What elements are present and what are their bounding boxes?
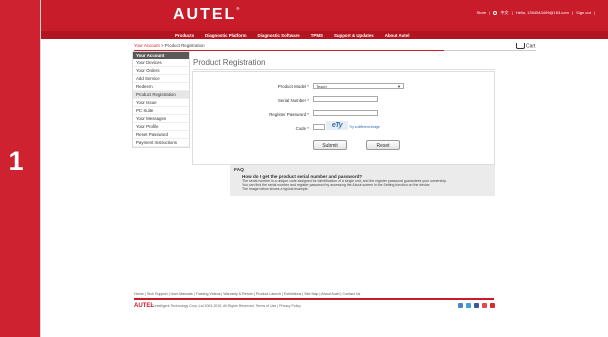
sign-out-link[interactable]: Sign out (576, 10, 591, 15)
faq-answer: The serial number is a unique code assig… (234, 179, 491, 192)
divider (444, 50, 536, 51)
footer-copyright: © Intelligent Technology Corp.,Ltd 2004-… (151, 304, 301, 308)
sidebar-item-pc-suite[interactable]: PC Suite (133, 107, 189, 115)
sidebar-item-redeem[interactable]: Redeem (133, 83, 189, 91)
menu-support-updates[interactable]: Support & Updates (334, 33, 374, 38)
paragraph: The image below shows a typical example. (242, 187, 309, 192)
site-header: AUTEL® Store | 中文 | Hello, 1354543499@16… (41, 0, 608, 31)
code-label: Code * (295, 126, 309, 131)
sidebar-item-payment-instructions[interactable]: Payment Instructions (133, 139, 189, 147)
sidebar-item-your-devices[interactable]: Your Devices (133, 59, 189, 67)
menu-tpms[interactable]: TPMS (311, 33, 323, 38)
captcha-image: eTy (326, 121, 348, 130)
faq-title: FAQ (234, 168, 244, 173)
twitter-icon[interactable] (466, 303, 471, 308)
globe-icon[interactable] (493, 10, 498, 15)
autel-logo[interactable]: AUTEL® (173, 6, 239, 24)
sidebar-header[interactable]: Your Account (133, 52, 189, 59)
language-link[interactable]: 中文 (501, 10, 509, 15)
cart-link[interactable]: Cart (516, 43, 535, 49)
sidebar-item-your-messages[interactable]: Your Messages (133, 115, 189, 123)
product-model-value: Teach (316, 84, 327, 89)
menu-about-autel[interactable]: About Autel (385, 33, 410, 38)
sidebar-item-your-orders[interactable]: Your Orders (133, 67, 189, 75)
top-links: Store | 中文 | Hello, 1354543499@163.com |… (476, 10, 595, 15)
menu-products[interactable]: Products (175, 33, 194, 38)
breadcrumb-current: Product Registration (164, 43, 205, 48)
sidebar-item-add-service[interactable]: Add Service (133, 75, 189, 83)
code-input[interactable] (313, 124, 325, 130)
step-strip: 1 (0, 0, 40, 337)
divider (193, 69, 495, 70)
register-password-label: Register Password * (269, 112, 309, 117)
step-number: 1 (8, 146, 24, 176)
serial-number-label: Serial Number * (278, 98, 309, 103)
account-sidebar: Your Account Your Devices Your Orders Ad… (132, 51, 190, 148)
youtube-icon[interactable] (490, 303, 495, 308)
cart-icon (516, 43, 525, 49)
sidebar-item-your-profile[interactable]: Your Profile (133, 123, 189, 131)
facebook-icon[interactable] (474, 303, 479, 308)
account-greeting[interactable]: Hello, 1354543499@163.com (516, 10, 569, 15)
footer-links[interactable]: Home | Tech Support | User Manuals | Tra… (134, 292, 360, 296)
page-title: Product Registration (193, 58, 266, 67)
serial-number-input[interactable] (313, 96, 378, 102)
sidebar-item-your-issue[interactable]: Your Issue (133, 99, 189, 107)
faq-panel: FAQ How do I get the product serial numb… (230, 165, 495, 196)
breadcrumb-your-account[interactable]: Your Account (134, 43, 160, 48)
breadcrumb: Your Account > Product Registration (134, 43, 205, 48)
submit-button[interactable]: Submit (313, 140, 347, 150)
product-model-label: Product Model * (277, 84, 309, 89)
google-plus-icon[interactable] (482, 303, 487, 308)
menu-diagnostic-software[interactable]: Diagnostic Software (258, 33, 300, 38)
store-link[interactable]: Store (477, 10, 487, 15)
sidebar-item-reset-password[interactable]: Reset Password (133, 131, 189, 139)
product-model-select[interactable]: Teach ▼ (313, 83, 404, 89)
reset-button[interactable]: Reset (366, 140, 400, 150)
chevron-down-icon: ▼ (397, 84, 401, 89)
divider (134, 298, 494, 300)
share-icon[interactable] (458, 303, 463, 308)
sidebar-item-product-registration[interactable]: Product Registration (133, 91, 189, 99)
register-password-input[interactable] (313, 110, 378, 116)
menu-diagnostic-platform[interactable]: Diagnostic Platform (205, 33, 246, 38)
main-menu: Products Diagnostic Platform Diagnostic … (175, 31, 555, 39)
different-image-link[interactable]: Try a different image (349, 125, 380, 129)
